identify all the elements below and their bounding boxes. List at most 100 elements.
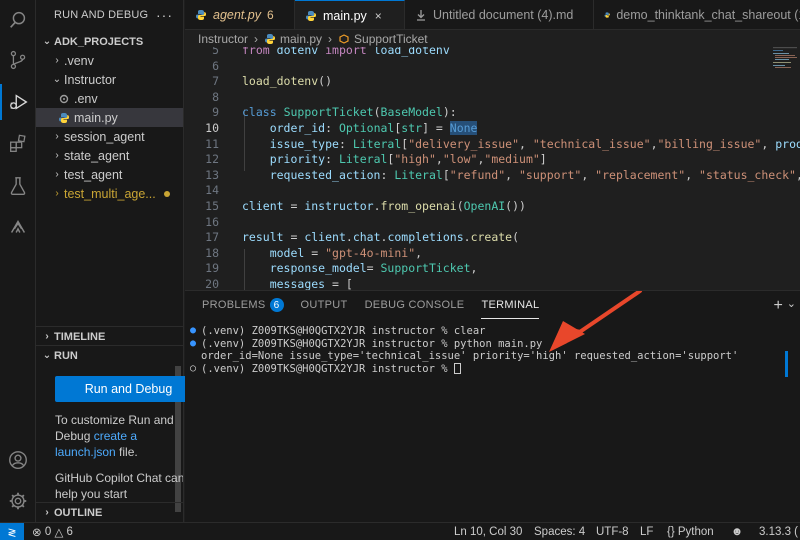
tree-item-test-agent[interactable]: › test_agent bbox=[36, 165, 183, 184]
encoding-status[interactable]: UTF-8 bbox=[596, 523, 629, 540]
error-icon: ⊗ bbox=[32, 527, 42, 539]
tree-item-test-multi-agent[interactable]: › test_multi_age... bbox=[36, 184, 183, 203]
code-line[interactable]: 19 response_model= SupportTicket, bbox=[185, 261, 800, 277]
customize-text-end: file. bbox=[115, 445, 138, 459]
python-file-icon bbox=[306, 10, 316, 21]
agent-extension-icon[interactable] bbox=[0, 209, 36, 245]
tab-debug-console[interactable]: DEBUG CONSOLE bbox=[365, 291, 465, 319]
tree-item-state-agent[interactable]: › state_agent bbox=[36, 146, 183, 165]
testing-flask-icon[interactable] bbox=[0, 168, 36, 204]
code-line[interactable]: 14 bbox=[185, 183, 800, 199]
terminal-scrollbar[interactable] bbox=[785, 351, 788, 377]
tab-untitled-md[interactable]: Untitled document (4).md bbox=[405, 0, 594, 29]
tree-item-label: test_agent bbox=[64, 167, 123, 182]
tab-main-py[interactable]: main.py × bbox=[295, 0, 405, 29]
search-icon[interactable] bbox=[0, 2, 36, 38]
chevron-down-icon: ⌄ bbox=[52, 74, 62, 85]
tab-demo-thinktank[interactable]: demo_thinktank_chat_shareout (1). bbox=[594, 0, 800, 29]
line-number: 18 bbox=[205, 245, 219, 260]
code-line[interactable]: 9 class SupportTicket(BaseModel): bbox=[185, 105, 800, 121]
code-line[interactable]: 12 priority: Literal["high","low","mediu… bbox=[185, 152, 800, 168]
tree-item-env-file[interactable]: .env bbox=[36, 89, 183, 108]
run-and-debug-button[interactable]: Run and Debug bbox=[55, 376, 202, 402]
tree-item-main-py[interactable]: main.py bbox=[36, 108, 183, 127]
eol-status[interactable]: LF bbox=[640, 523, 653, 540]
tab-agent-py[interactable]: agent.py 6 bbox=[185, 0, 295, 29]
tree-item-session-agent[interactable]: › session_agent bbox=[36, 127, 183, 146]
customize-run-text: To customize Run and Debug create a laun… bbox=[55, 412, 183, 460]
tab-output[interactable]: OUTPUT bbox=[301, 291, 348, 319]
outline-section-header[interactable]: › OUTLINE bbox=[36, 503, 102, 522]
chevron-down-icon[interactable]: ⌄ bbox=[787, 297, 796, 310]
python-file-icon bbox=[265, 33, 276, 44]
code-line[interactable]: 16 bbox=[185, 215, 800, 231]
tree-item-instructor[interactable]: ⌄ Instructor bbox=[36, 70, 183, 89]
code-line[interactable]: 18 model = "gpt-4o-mini", bbox=[185, 246, 800, 262]
project-folder-header[interactable]: ⌄ ADK_PROJECTS bbox=[36, 32, 183, 51]
source-control-icon[interactable] bbox=[0, 42, 36, 78]
language-label: Python bbox=[677, 526, 714, 538]
new-terminal-icon[interactable]: + bbox=[773, 297, 782, 315]
copilot-icon[interactable]: ☻ bbox=[731, 523, 743, 540]
code-editor[interactable]: 5 from dotenv import load_dotenv 6 7 load_do… bbox=[185, 47, 800, 290]
code-text: client = instructor.from_openai(OpenAI()… bbox=[242, 199, 526, 213]
python-version[interactable]: 3.13.3 ( bbox=[759, 523, 798, 540]
problems-status[interactable]: ⊗ 0 △ 6 bbox=[32, 523, 73, 540]
code-line[interactable]: 6 bbox=[185, 59, 800, 75]
code-text: messages = [ bbox=[269, 277, 353, 290]
cursor-position[interactable]: Ln 10, Col 30 bbox=[454, 523, 522, 540]
code-line[interactable]: 13 requested_action: Literal["refund", "… bbox=[185, 168, 800, 184]
terminal-cursor bbox=[453, 362, 461, 374]
manage-gear-icon[interactable] bbox=[0, 483, 36, 519]
panel-tabs: PROBLEMS 6 OUTPUT DEBUG CONSOLE TERMINAL bbox=[185, 291, 800, 319]
chevron-right-icon: › bbox=[45, 331, 49, 342]
tree-item-venv[interactable]: › .venv bbox=[36, 51, 183, 70]
more-actions-icon[interactable]: ··· bbox=[156, 7, 173, 23]
terminal-text: (.venv) Z009TKS@H0QGTX2YJR instructor % … bbox=[201, 337, 543, 350]
outline-label: OUTLINE bbox=[54, 506, 103, 519]
language-mode[interactable]: {} Python bbox=[667, 523, 714, 540]
chevron-right-icon: › bbox=[55, 188, 59, 199]
terminal-output[interactable]: ● (.venv) Z009TKS@H0QGTX2YJR instructor %… bbox=[185, 325, 785, 375]
breadcrumb-symbol[interactable]: SupportTicket bbox=[354, 32, 428, 46]
account-icon[interactable] bbox=[0, 442, 36, 478]
chevron-down-icon: ⌄ bbox=[42, 36, 52, 47]
terminal-line: order_id=None issue_type='technical_issu… bbox=[185, 350, 785, 363]
timeline-section-header[interactable]: › TIMELINE bbox=[36, 327, 105, 346]
breadcrumb-file[interactable]: main.py bbox=[280, 32, 322, 46]
code-line[interactable]: 8 bbox=[185, 90, 800, 106]
code-line[interactable]: 11 issue_type: Literal["delivery_issue",… bbox=[185, 137, 800, 153]
tab-problems[interactable]: PROBLEMS 6 bbox=[202, 291, 284, 319]
sidebar-title: RUN AND DEBUG bbox=[54, 9, 149, 21]
command-pending-icon: ○ bbox=[189, 362, 197, 374]
bottom-panel: PROBLEMS 6 OUTPUT DEBUG CONSOLE TERMINAL… bbox=[185, 290, 800, 522]
indentation-status[interactable]: Spaces: 4 bbox=[534, 523, 585, 540]
terminal-line: ● (.venv) Z009TKS@H0QGTX2YJR instructor %… bbox=[185, 325, 785, 338]
error-count: 0 bbox=[44, 526, 52, 538]
tab-label: demo_thinktank_chat_shareout (1). bbox=[616, 8, 800, 22]
code-line[interactable]: 15 client = instructor.from_openai(OpenAI… bbox=[185, 199, 800, 215]
tree-item-label: Instructor bbox=[64, 72, 117, 87]
line-number: 12 bbox=[205, 152, 219, 167]
line-number: 9 bbox=[212, 105, 219, 120]
code-line[interactable]: 17 result = client.chat.completions.creat… bbox=[185, 230, 800, 246]
run-debug-icon[interactable] bbox=[0, 84, 36, 120]
remote-indicator-icon[interactable]: ≷ bbox=[0, 523, 24, 540]
markdown-file-icon bbox=[417, 10, 425, 21]
close-icon[interactable]: × bbox=[375, 9, 382, 23]
code-line[interactable]: 5 from dotenv import load_dotenv bbox=[185, 47, 800, 59]
run-section-header[interactable]: ⌄ RUN bbox=[36, 346, 78, 365]
code-line[interactable]: 10 order_id: Optional[str] = None bbox=[185, 121, 800, 137]
warning-icon: △ bbox=[54, 527, 64, 539]
chevron-right-icon: › bbox=[328, 31, 333, 46]
code-text: from dotenv import load_dotenv bbox=[242, 47, 450, 57]
code-line[interactable]: 20 messages = [ bbox=[185, 277, 800, 290]
extensions-icon[interactable] bbox=[0, 126, 36, 162]
tree-item-label: .env bbox=[74, 91, 98, 106]
chevron-down-icon: ⌄ bbox=[42, 350, 52, 361]
tab-terminal[interactable]: TERMINAL bbox=[481, 291, 540, 319]
code-line[interactable]: 7 load_dotenv() bbox=[185, 74, 800, 90]
minimap[interactable] bbox=[773, 47, 797, 107]
breadcrumb-folder[interactable]: Instructor bbox=[198, 32, 248, 46]
code-text: requested_action: Literal["refund", "sup… bbox=[269, 167, 800, 182]
